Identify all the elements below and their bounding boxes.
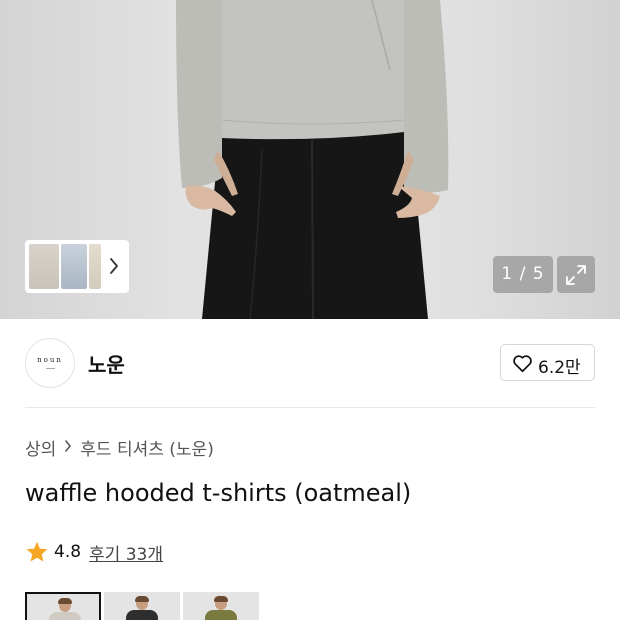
review-count-link[interactable]: 후기 33개 <box>89 540 163 565</box>
like-count: 6.2만 <box>538 358 581 378</box>
product-main-image[interactable]: 1 / 5 <box>0 0 620 319</box>
rating-row: 4.8 후기 33개 <box>25 540 163 565</box>
thumbnail-1[interactable] <box>29 244 59 289</box>
breadcrumb-item-subcategory[interactable]: 후드 티셔츠 (노운) <box>80 435 214 460</box>
variant-figure-hair <box>135 596 149 602</box>
variant-figure <box>49 612 81 620</box>
section-divider <box>25 407 595 408</box>
variant-figure <box>126 610 158 620</box>
rating-score: 4.8 <box>54 542 82 562</box>
thumbnail-strip[interactable] <box>25 240 129 293</box>
star-icon <box>26 541 48 562</box>
brand-logo[interactable]: noun <box>25 338 75 388</box>
expand-button[interactable] <box>557 256 595 293</box>
breadcrumb: 상의 후드 티셔츠 (노운) <box>25 435 214 460</box>
image-counter: 1 / 5 <box>493 256 553 293</box>
breadcrumb-item-category[interactable]: 상의 <box>25 435 56 460</box>
variant-oatmeal[interactable] <box>25 592 101 620</box>
variant-figure-hair <box>214 596 228 602</box>
logo-underline <box>46 368 55 369</box>
like-button[interactable]: 6.2만 <box>500 344 595 381</box>
product-title: waffle hooded t-shirts (oatmeal) <box>25 479 412 507</box>
thumbnail-3[interactable] <box>89 244 101 289</box>
variant-khaki[interactable] <box>183 592 259 620</box>
variant-figure <box>205 610 237 620</box>
chevron-right-icon[interactable] <box>109 257 119 275</box>
heart-outline-icon <box>513 355 532 373</box>
thumbnail-2[interactable] <box>61 244 87 289</box>
chevron-right-icon <box>64 437 72 457</box>
brand-name[interactable]: 노운 <box>88 349 125 378</box>
variant-charcoal[interactable] <box>104 592 180 620</box>
expand-arrows-icon <box>566 265 586 285</box>
brand-logo-text: noun <box>37 356 63 364</box>
variant-figure-hair <box>58 598 72 604</box>
